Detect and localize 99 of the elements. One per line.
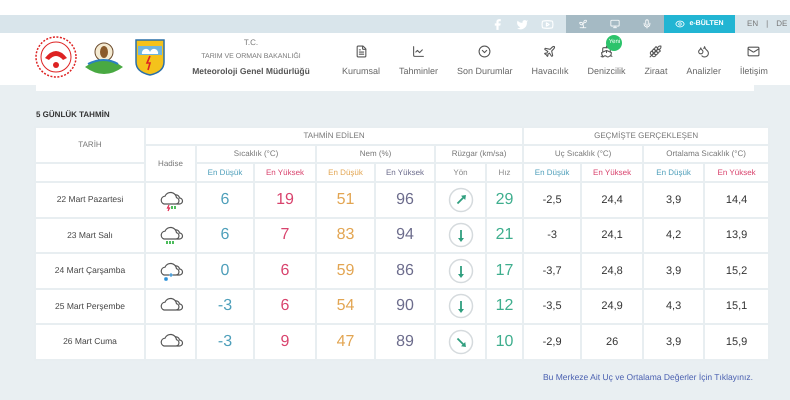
- youtube-icon[interactable]: [541, 18, 554, 30]
- table-cell: 15,2: [726, 264, 748, 276]
- table-cell: 15,9: [726, 336, 748, 348]
- table-cell: 83: [336, 226, 354, 244]
- group-header: TAHMİN EDİLEN: [303, 131, 365, 140]
- table-cell: 94: [396, 226, 414, 244]
- averages-link[interactable]: Bu Merkeze Ait Uç ve Ortalama Değerler İçin Tıklayınız.: [542, 370, 753, 384]
- table-cell: 24,1: [601, 229, 623, 241]
- nav-item[interactable]: Ziraat: [644, 34, 668, 78]
- nav-item[interactable]: İletişim: [740, 34, 768, 78]
- table-cell: 0: [220, 262, 230, 279]
- table-cell: 12: [496, 297, 514, 314]
- table-cell: 21: [496, 226, 514, 244]
- table-cell: 54: [336, 297, 354, 314]
- table-cell: 19: [276, 190, 294, 208]
- table-cell: 3,9: [666, 264, 682, 276]
- twitter-icon[interactable]: [516, 18, 529, 30]
- column-header: En Yüksek: [593, 168, 632, 176]
- nav-item[interactable]: Havacılık: [531, 34, 568, 78]
- table-cell: 10: [496, 332, 514, 350]
- column-header: En Düşük: [208, 168, 242, 176]
- separator: |: [766, 18, 768, 30]
- wheat-icon: [649, 44, 662, 58]
- sprout-icon[interactable]: [578, 18, 588, 30]
- ministry-logo: [35, 36, 77, 78]
- column-header: TARİH: [78, 140, 102, 149]
- column-header: En Düşük: [328, 168, 363, 176]
- column-header: En Düşük: [534, 168, 570, 176]
- table-cell: 4,3: [666, 300, 682, 312]
- table-cell: 3,9: [666, 194, 682, 206]
- table-cell: 17: [496, 262, 514, 279]
- nav-item[interactable]: Tahminler: [398, 34, 438, 78]
- org-name: Meteoroloji Genel Müdürlüğü: [192, 64, 310, 78]
- table-cell: 24,9: [601, 300, 623, 312]
- table-cell: 51: [336, 190, 354, 208]
- table-cell: 6: [280, 262, 290, 279]
- column-header: En Yüksek: [718, 168, 756, 176]
- monitor-icon[interactable]: [610, 18, 620, 30]
- table-cell: 59: [336, 262, 354, 279]
- table-cell: 86: [396, 262, 414, 279]
- date-cell: 24 Mart Çarşamba: [54, 265, 126, 276]
- org-line: T.C.: [244, 36, 258, 48]
- drop-icon: [697, 44, 710, 58]
- date-cell: 22 Mart Pazartesi: [56, 194, 124, 204]
- nav-item[interactable]: Kurumsal: [342, 34, 380, 78]
- column-header: Rüzgar (km/sa): [452, 149, 506, 158]
- nav-item[interactable]: Son Durumlar: [456, 34, 512, 78]
- column-header: Hadise: [158, 158, 183, 168]
- column-header: Uç Sıcaklık (°C): [554, 149, 612, 158]
- table-cell: 6: [220, 190, 230, 208]
- microphone-icon[interactable]: [642, 18, 652, 30]
- meteorology-logo: [134, 38, 166, 76]
- ship-icon: [600, 44, 613, 58]
- column-header: Yön: [453, 168, 468, 176]
- table-cell: -2,5: [542, 194, 562, 206]
- language-link[interactable]: DE: [776, 18, 788, 30]
- plane-icon: [543, 44, 556, 58]
- table-cell: 9: [280, 332, 290, 350]
- table-cell: 6: [220, 226, 230, 244]
- table-cell: 13,9: [726, 229, 748, 241]
- date-cell: 25 Mart Perşembe: [55, 300, 125, 311]
- language-link[interactable]: EN: [747, 18, 758, 30]
- table-cell: 90: [396, 297, 414, 314]
- table-cell: -3: [547, 229, 557, 241]
- group-header: GEÇMİŞTE GERÇEKLEŞEN: [594, 131, 698, 140]
- table-cell: 3,9: [666, 336, 682, 348]
- table-cell: 26: [606, 336, 618, 348]
- nav-item[interactable]: Analizler: [686, 34, 721, 78]
- table-cell: -3,5: [542, 300, 562, 312]
- column-header: En Düşük: [656, 168, 691, 176]
- table-cell: -3: [218, 332, 232, 350]
- table-cell: 96: [396, 190, 414, 208]
- table-cell: 29: [496, 190, 514, 208]
- column-header: Hız: [498, 168, 511, 176]
- table-cell: 15,1: [726, 300, 748, 312]
- table-cell: 24,4: [601, 194, 623, 206]
- table-cell: 7: [280, 226, 290, 244]
- column-header: Ortalama Sıcaklık (°C): [666, 149, 746, 158]
- chart-icon: [412, 44, 425, 58]
- table-cell: -3: [218, 297, 232, 314]
- table-cell: 89: [396, 332, 414, 350]
- document-icon: [354, 44, 368, 58]
- table-cell: 24,8: [601, 264, 623, 276]
- mail-icon: [747, 44, 760, 58]
- section-title: 5 GÜNLÜK TAHMİN: [36, 109, 111, 121]
- column-header: Sıcaklık (°C): [234, 149, 278, 158]
- table-cell: 14,4: [726, 194, 748, 206]
- table-cell: -2,9: [542, 336, 562, 348]
- column-header: En Yüksek: [266, 168, 304, 176]
- date-cell: 23 Mart Salı: [67, 230, 113, 240]
- column-header: Nem (%): [360, 149, 392, 158]
- column-header: En Yüksek: [386, 168, 424, 176]
- table-cell: 6: [280, 297, 290, 314]
- date-cell: 26 Mart Cuma: [63, 336, 117, 346]
- table-cell: 4,2: [666, 229, 682, 241]
- table-cell: -3,7: [542, 264, 562, 276]
- chevron-circle-icon: [478, 44, 492, 58]
- table-cell: 47: [336, 332, 354, 350]
- eye-icon: [675, 19, 686, 29]
